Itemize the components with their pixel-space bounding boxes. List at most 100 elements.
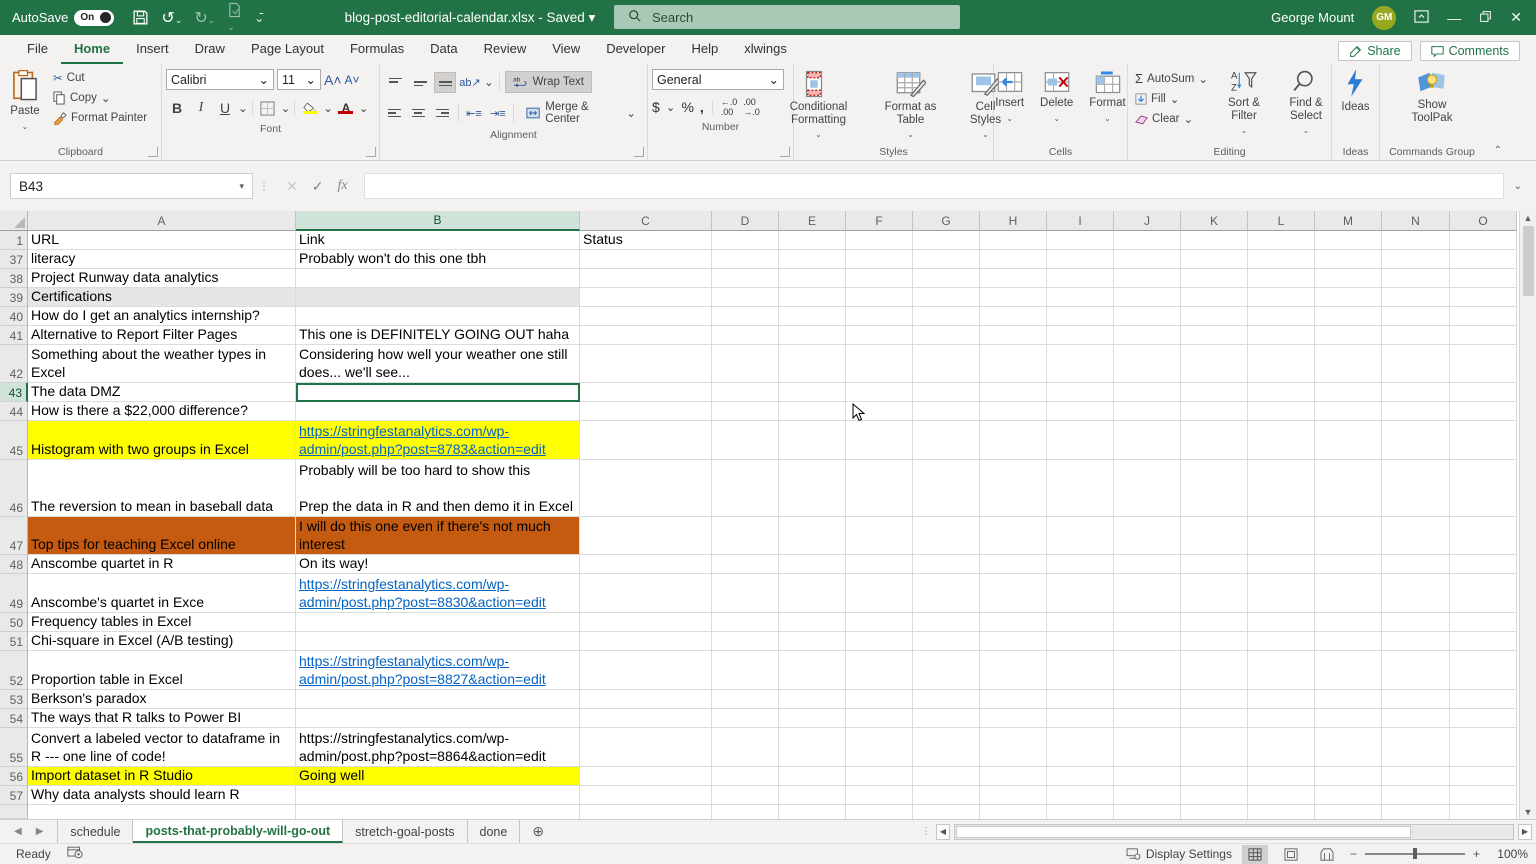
cell-H41[interactable] (980, 326, 1047, 345)
ribbon-tab-review[interactable]: Review (471, 36, 540, 64)
cell-O40[interactable] (1450, 307, 1517, 326)
row-header-44[interactable]: 44 (0, 402, 28, 421)
row-header-55[interactable]: 55 (0, 728, 28, 767)
cell-A1[interactable]: URL (28, 231, 296, 250)
hscroll-left-icon[interactable]: ◀ (936, 824, 950, 840)
cell-M40[interactable] (1315, 307, 1382, 326)
column-header-H[interactable]: H (980, 211, 1047, 231)
cell-E37[interactable] (779, 250, 846, 269)
cell-N47[interactable] (1382, 517, 1450, 555)
cell-I57[interactable] (1047, 786, 1114, 805)
undo-button[interactable]: ↺⌄ (161, 8, 182, 28)
cell-L1[interactable] (1248, 231, 1315, 250)
cell-M57[interactable] (1315, 786, 1382, 805)
cell-D46[interactable] (712, 460, 779, 517)
cell-J51[interactable] (1114, 632, 1181, 651)
cell-J1[interactable] (1114, 231, 1181, 250)
cell-B52[interactable]: https://stringfestanalytics.com/wp-admin… (296, 651, 580, 690)
fill-color-button[interactable] (299, 98, 321, 119)
cell-I53[interactable] (1047, 690, 1114, 709)
ribbon-tab-formulas[interactable]: Formulas (337, 36, 417, 64)
cell-D53[interactable] (712, 690, 779, 709)
cell-J37[interactable] (1114, 250, 1181, 269)
cell-L52[interactable] (1248, 651, 1315, 690)
cell-D48[interactable] (712, 555, 779, 574)
row-header-53[interactable]: 53 (0, 690, 28, 709)
cell-M50[interactable] (1315, 613, 1382, 632)
ribbon-tab-help[interactable]: Help (678, 36, 731, 64)
cell-K56[interactable] (1181, 767, 1248, 786)
cell-H1[interactable] (980, 231, 1047, 250)
cell-J46[interactable] (1114, 460, 1181, 517)
ribbon-tab-draw[interactable]: Draw (182, 36, 238, 64)
cell-O42[interactable] (1450, 345, 1517, 383)
cell-F46[interactable] (846, 460, 913, 517)
redo-button[interactable]: ↻⌄ (194, 8, 215, 28)
column-header-B[interactable]: B (296, 211, 580, 231)
cell-F49[interactable] (846, 574, 913, 613)
cell-A53[interactable]: Berkson's paradox (28, 690, 296, 709)
cell-I48[interactable] (1047, 555, 1114, 574)
row-header-37[interactable]: 37 (0, 250, 28, 269)
cell-B56[interactable]: Going well (296, 767, 580, 786)
cell-H52[interactable] (980, 651, 1047, 690)
cell-E42[interactable] (779, 345, 846, 383)
cell-E57[interactable] (779, 786, 846, 805)
cell-B41[interactable]: This one is DEFINITELY GOING OUT haha (296, 326, 580, 345)
cell-D45[interactable] (712, 421, 779, 460)
cell-K47[interactable] (1181, 517, 1248, 555)
column-header-N[interactable]: N (1382, 211, 1450, 231)
cell-L43[interactable] (1248, 383, 1315, 402)
cell-G38[interactable] (913, 269, 980, 288)
increase-decimal-button[interactable]: ←.0.00 (721, 97, 738, 117)
increase-font-icon[interactable]: A˄ (324, 72, 342, 88)
cell-B42[interactable]: Considering how well your weather one st… (296, 345, 580, 383)
formula-input[interactable] (364, 173, 1504, 199)
comments-button[interactable]: Comments (1420, 41, 1520, 61)
cell-N49[interactable] (1382, 574, 1450, 613)
cell-B49[interactable]: https://stringfestanalytics.com/wp-admin… (296, 574, 580, 613)
show-toolpak-button[interactable]: Show ToolPak (1397, 68, 1467, 124)
row-header-47[interactable]: 47 (0, 517, 28, 555)
find-select-button[interactable]: Find & Select⌄ (1277, 68, 1335, 140)
cell-E56[interactable] (779, 767, 846, 786)
cell-B55[interactable]: https://stringfestanalytics.com/wp-admin… (296, 728, 580, 767)
cancel-entry-icon[interactable]: ✕ (286, 178, 298, 195)
cell-M47[interactable] (1315, 517, 1382, 555)
cell-K51[interactable] (1181, 632, 1248, 651)
cell-J48[interactable] (1114, 555, 1181, 574)
cell-A50[interactable]: Frequency tables in Excel (28, 613, 296, 632)
page-layout-view-button[interactable] (1278, 845, 1304, 864)
row-header-46[interactable]: 46 (0, 460, 28, 517)
namebox-resize-handle[interactable]: ⋮ (259, 181, 270, 192)
copy-button[interactable]: Copy⌄ (50, 90, 150, 106)
cell-E38[interactable] (779, 269, 846, 288)
sheet-nav-right-icon[interactable]: ▶ (36, 826, 44, 837)
cell-B54[interactable] (296, 709, 580, 728)
cell-L47[interactable] (1248, 517, 1315, 555)
cell-O55[interactable] (1450, 728, 1517, 767)
cell-F55[interactable] (846, 728, 913, 767)
cell-E49[interactable] (779, 574, 846, 613)
cell-E1[interactable] (779, 231, 846, 250)
autosave-toggle[interactable]: AutoSave On (12, 10, 114, 26)
cell-I51[interactable] (1047, 632, 1114, 651)
comma-style-button[interactable]: , (700, 99, 704, 115)
increase-indent-button[interactable]: ⇥≡ (487, 103, 508, 124)
cell-C39[interactable] (580, 288, 712, 307)
borders-dropdown[interactable]: ⌄ (281, 101, 291, 115)
cell-N1[interactable] (1382, 231, 1450, 250)
cell-J57[interactable] (1114, 786, 1181, 805)
cell-J50[interactable] (1114, 613, 1181, 632)
cell-G53[interactable] (913, 690, 980, 709)
cell-M37[interactable] (1315, 250, 1382, 269)
cell-D57[interactable] (712, 786, 779, 805)
clear-button[interactable]: Clear⌄ (1132, 111, 1211, 127)
cell-G52[interactable] (913, 651, 980, 690)
cell-C46[interactable] (580, 460, 712, 517)
zoom-in-button[interactable]: + (1473, 847, 1480, 861)
cell-F1[interactable] (846, 231, 913, 250)
font-color-button[interactable]: A (335, 98, 357, 119)
cell-M48[interactable] (1315, 555, 1382, 574)
cell-H53[interactable] (980, 690, 1047, 709)
